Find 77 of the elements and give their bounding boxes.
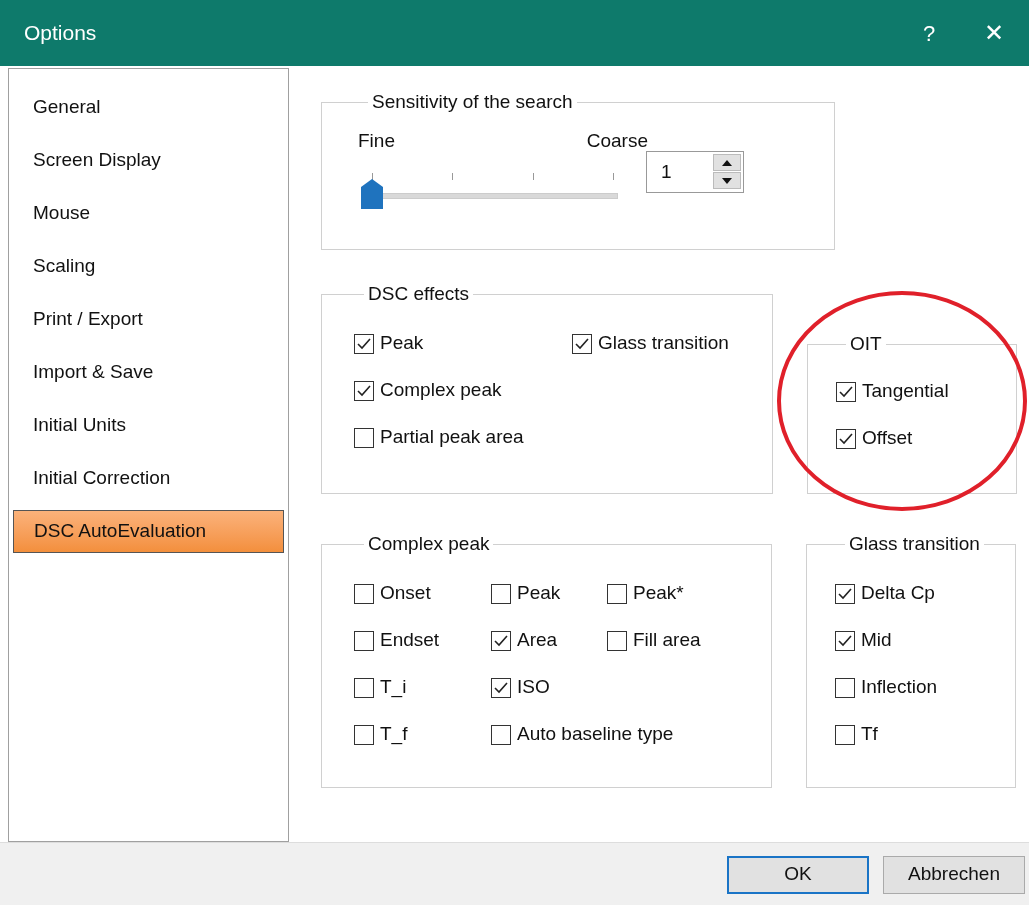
- checkbox[interactable]: [354, 427, 374, 448]
- checkbox-label: Onset: [380, 581, 431, 606]
- spin-up-button[interactable]: [713, 154, 741, 171]
- sidebar-item[interactable]: Initial Units: [13, 404, 284, 447]
- dialog-button[interactable]: Abbrechen: [883, 855, 1025, 894]
- checkmark-icon: [839, 432, 853, 445]
- sidebar-item[interactable]: Print / Export: [13, 298, 284, 341]
- group-title: Sensitivity of the search: [371, 90, 574, 114]
- checkmark-icon: [494, 681, 508, 694]
- sidebar-item[interactable]: General: [13, 86, 284, 129]
- checkbox[interactable]: [607, 630, 627, 651]
- checkbox-label: Peak: [517, 581, 561, 606]
- checkbox[interactable]: [835, 677, 855, 698]
- checkbox[interactable]: [835, 630, 855, 651]
- checkbox-label: T_f: [380, 722, 408, 747]
- checkbox[interactable]: [835, 583, 855, 604]
- checkbox-label: Mid: [861, 628, 892, 653]
- sidebar-item[interactable]: Initial Correction: [13, 457, 284, 500]
- sidebar-item[interactable]: DSC AutoEvaluation: [13, 510, 284, 553]
- checkmark-icon: [357, 384, 371, 397]
- checkmark-icon: [839, 385, 853, 398]
- checkbox[interactable]: [354, 380, 374, 401]
- sidebar-item[interactable]: Mouse: [13, 192, 284, 235]
- checkbox[interactable]: [354, 724, 374, 745]
- spin-down-button[interactable]: [713, 172, 741, 189]
- group-title: Complex peak: [367, 532, 491, 556]
- spin-value: 1: [660, 159, 673, 184]
- sidebar-item[interactable]: Import & Save: [13, 351, 284, 394]
- up-arrow-icon: [722, 159, 732, 166]
- checkbox[interactable]: [354, 333, 374, 354]
- checkbox-label: Complex peak: [380, 378, 502, 403]
- checkbox[interactable]: [491, 583, 511, 604]
- close-button[interactable]: ✕: [959, 0, 1029, 66]
- checkbox-label: ISO: [517, 675, 550, 700]
- slider-thumb[interactable]: [360, 179, 384, 209]
- checkbox-label: Inflection: [861, 675, 938, 700]
- checkbox-label: Area: [517, 628, 558, 653]
- checkbox[interactable]: [354, 630, 374, 651]
- sidebar-item[interactable]: Screen Display: [13, 139, 284, 182]
- checkbox[interactable]: [836, 381, 856, 402]
- checkbox[interactable]: [835, 724, 855, 745]
- checkbox-label: T_i: [380, 675, 407, 700]
- checkmark-icon: [494, 634, 508, 647]
- checkbox-label: Peak*: [633, 581, 684, 606]
- checkbox[interactable]: [607, 583, 627, 604]
- checkbox[interactable]: [491, 630, 511, 651]
- checkbox[interactable]: [491, 677, 511, 698]
- group-title: OIT: [849, 332, 883, 356]
- window-title: Options: [24, 20, 97, 47]
- checkbox-label: Tf: [861, 722, 878, 747]
- down-arrow-icon: [722, 177, 732, 184]
- checkbox-label: Fill area: [633, 628, 701, 653]
- checkmark-icon: [838, 634, 852, 647]
- dialog-button[interactable]: OK: [727, 855, 869, 894]
- checkbox-label: Peak: [380, 331, 424, 356]
- checkbox-label: Glass transition: [598, 331, 729, 356]
- checkbox[interactable]: [491, 724, 511, 745]
- slider-min-label: Fine: [358, 128, 395, 153]
- checkbox-label: Partial peak area: [380, 425, 524, 450]
- checkbox-label: Endset: [380, 628, 440, 653]
- checkbox[interactable]: [572, 333, 592, 354]
- checkbox-label: Offset: [862, 426, 913, 451]
- checkmark-icon: [575, 337, 589, 350]
- checkmark-icon: [838, 587, 852, 600]
- checkbox[interactable]: [836, 428, 856, 449]
- sidebar-item[interactable]: Scaling: [13, 245, 284, 288]
- checkbox[interactable]: [354, 583, 374, 604]
- checkmark-icon: [357, 337, 371, 350]
- slider-max-label: Coarse: [586, 128, 648, 153]
- help-button[interactable]: ?: [899, 0, 959, 66]
- checkbox-label: Auto baseline type: [517, 722, 674, 747]
- checkbox[interactable]: [354, 677, 374, 698]
- checkbox-label: Delta Cp: [861, 581, 935, 606]
- spin-box[interactable]: 1: [646, 150, 744, 193]
- group-title: DSC effects: [367, 282, 471, 306]
- checkbox-label: Tangential: [862, 379, 949, 404]
- group-title: Glass transition: [848, 532, 981, 556]
